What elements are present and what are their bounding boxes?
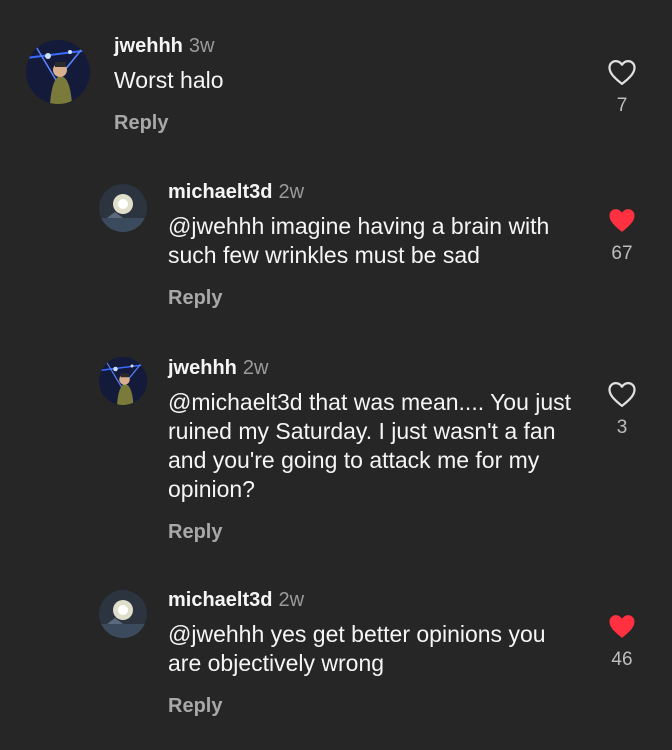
heart-filled-icon xyxy=(609,209,635,232)
avatar[interactable] xyxy=(99,590,147,638)
heart-outline-icon xyxy=(608,60,636,85)
reply-button[interactable]: Reply xyxy=(114,111,524,135)
comment-username[interactable]: michaelt3d xyxy=(168,589,272,611)
comment-username[interactable]: michaelt3d xyxy=(168,181,272,203)
jwehhh-avatar-image xyxy=(26,40,90,104)
like-button[interactable]: 46 xyxy=(602,612,642,672)
comment-timestamp: 3w xyxy=(188,35,215,57)
avatar[interactable] xyxy=(99,357,147,405)
like-button[interactable]: 67 xyxy=(602,206,642,266)
like-count: 67 xyxy=(611,243,633,264)
reply-button[interactable]: Reply xyxy=(168,286,578,310)
like-count: 7 xyxy=(616,95,628,116)
comment-text: @jwehhh yes get better opinions you are … xyxy=(168,621,546,676)
avatar[interactable] xyxy=(26,40,90,104)
like-count: 46 xyxy=(611,649,633,670)
like-button[interactable]: 7 xyxy=(602,58,642,118)
heart-outline-icon xyxy=(608,382,636,407)
avatar[interactable] xyxy=(99,184,147,232)
comment-timestamp: 2w xyxy=(242,357,269,379)
like-count: 3 xyxy=(616,417,628,438)
comment-timestamp: 2w xyxy=(278,589,305,611)
heart-filled-icon xyxy=(609,615,635,638)
comment-username[interactable]: jwehhh xyxy=(168,357,237,379)
jwehhh-avatar-image xyxy=(99,357,147,405)
comment-text: Worst halo xyxy=(114,67,224,93)
comment-text: @jwehhh imagine having a brain with such… xyxy=(168,213,550,268)
michaelt3d-avatar-image xyxy=(99,590,147,638)
comment-username[interactable]: jwehhh xyxy=(114,35,183,57)
like-button[interactable]: 3 xyxy=(602,380,642,440)
reply-button[interactable]: Reply xyxy=(168,694,578,718)
michaelt3d-avatar-image xyxy=(99,184,147,232)
reply-button[interactable]: Reply xyxy=(168,520,578,544)
comment-timestamp: 2w xyxy=(278,181,305,203)
comment-text: @michaelt3d that was mean.... You just r… xyxy=(168,389,572,502)
